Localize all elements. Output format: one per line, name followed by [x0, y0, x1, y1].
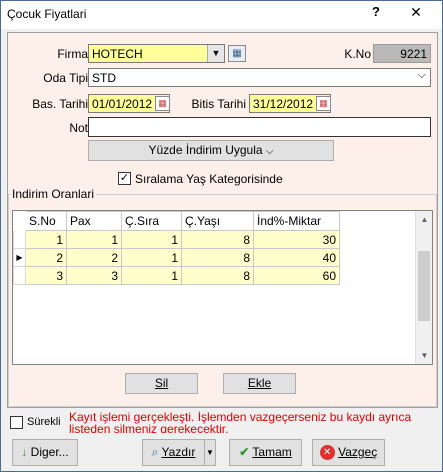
close-button[interactable]: ✕ — [405, 4, 427, 24]
row-indicator — [13, 266, 26, 285]
indirim-oranlari-title: Indirim Oranlari — [10, 187, 97, 201]
table-cell[interactable]: 8 — [181, 248, 254, 267]
table-cell[interactable]: 30 — [253, 230, 340, 249]
diger-button[interactable]: ↓ Diger... — [12, 439, 78, 466]
firma-dropdown-icon[interactable]: ▼ — [207, 45, 224, 62]
table-cell[interactable]: 3 — [66, 266, 122, 285]
status-message: Kayıt işlemi gerçekleşti. İşlemden vazge… — [69, 411, 412, 433]
bitis-calendar-icon[interactable]: ▦ — [316, 96, 331, 111]
yazdir-dropdown-button[interactable]: ▼ — [204, 439, 216, 466]
table-cell[interactable]: 8 — [181, 230, 254, 249]
yazdir-label: Yazdır — [161, 445, 196, 459]
indirim-table: S.No Pax Ç.Sıra Ç.Yaşı İnd%-Miktar 1 1 1… — [13, 211, 340, 285]
vazgec-button[interactable]: ✕ Vazgeç — [312, 439, 385, 466]
column-header-ind-miktar[interactable]: İnd%-Miktar — [253, 211, 340, 231]
table-cell[interactable]: 8 — [181, 266, 254, 285]
table-cell[interactable]: 1 — [66, 230, 122, 249]
table-cell[interactable]: 1 — [121, 230, 182, 249]
sil-label: Sil — [154, 376, 169, 390]
oda-tipi-label: Oda Tipi — [43, 71, 88, 85]
surekli-checkbox[interactable] — [10, 416, 23, 429]
firma-search-icon[interactable]: ▦ — [228, 45, 246, 62]
oda-tipi-chevron-icon: ⌵ — [417, 69, 426, 81]
table-row[interactable]: 3 3 1 8 60 — [13, 266, 340, 285]
diger-label: Diger... — [30, 445, 69, 459]
yuzde-indirim-button[interactable]: Yüzde İndirim Uygula ⌵ — [88, 140, 334, 161]
status-strip: Sürekli Kayıt işlemi gerçekleşti. İşlemd… — [7, 411, 438, 433]
table-row[interactable]: 1 1 1 8 30 — [13, 230, 340, 249]
table-cell[interactable]: 3 — [25, 266, 67, 285]
window-title: Çocuk Fiyatlari — [7, 7, 87, 21]
row-indicator — [13, 230, 26, 249]
check-green-icon: ✔ — [239, 445, 250, 459]
yazdir-button[interactable]: ⌕ Yazdır — [142, 439, 205, 466]
bas-tarihi-label: Bas. Tarihi — [32, 97, 88, 111]
scroll-up-icon[interactable]: ▲ — [416, 211, 432, 228]
column-header-cyasi[interactable]: Ç.Yaşı — [181, 211, 254, 231]
siralama-label: Sıralama Yaş Kategorisinde — [135, 172, 283, 186]
oda-tipi-value: STD — [92, 71, 116, 85]
firma-label: Firma — [57, 47, 88, 61]
bitis-tarihi-value: 31/12/2012 — [253, 97, 314, 111]
firma-value: HOTECH — [92, 47, 143, 61]
yuzde-indirim-label: Yüzde İndirim Uygula — [148, 143, 263, 157]
table-cell[interactable]: 40 — [253, 248, 340, 267]
bas-tarihi-value: 01/01/2012 — [92, 97, 153, 111]
scroll-down-icon[interactable]: ▼ — [416, 347, 432, 364]
table-cell[interactable]: 1 — [25, 230, 67, 249]
table-cell[interactable]: 60 — [253, 266, 340, 285]
kno-label: K.No — [344, 47, 371, 61]
indicator-header — [13, 211, 26, 231]
column-header-pax[interactable]: Pax — [66, 211, 122, 231]
column-header-sno[interactable]: S.No — [25, 211, 67, 231]
siralama-checkbox[interactable]: ✓ — [118, 172, 131, 185]
help-button[interactable]: ? — [365, 4, 387, 24]
main-panel: Firma HOTECH ▼ ▦ K.No 9221 Oda Tipi STD … — [7, 32, 438, 408]
cancel-red-icon: ✕ — [319, 445, 335, 461]
not-input[interactable] — [88, 117, 431, 137]
indirim-grid[interactable]: S.No Pax Ç.Sıra Ç.Yaşı İnd%-Miktar 1 1 1… — [12, 210, 433, 365]
vazgec-label: Vazgeç — [338, 445, 378, 459]
not-label: Not — [69, 121, 88, 135]
child-prices-dialog: Çocuk Fiyatlari ? ✕ Firma HOTECH ▼ ▦ K.N… — [0, 0, 443, 472]
print-preview-icon: ⌕ — [151, 445, 159, 459]
dropdown-arrow-icon: ▼ — [206, 448, 214, 457]
table-header-row: S.No Pax Ç.Sıra Ç.Yaşı İnd%-Miktar — [13, 211, 340, 231]
firma-field[interactable]: HOTECH ▼ — [88, 44, 225, 63]
table-cell[interactable]: 1 — [121, 266, 182, 285]
column-header-csira[interactable]: Ç.Sıra — [121, 211, 182, 231]
sil-button[interactable]: Sil — [125, 373, 198, 394]
tamam-label: Tamam — [252, 445, 292, 459]
grid-vertical-scrollbar[interactable]: ▲ ▼ — [415, 211, 432, 364]
ekle-label: Ekle — [247, 376, 272, 390]
arrow-down-green-icon: ↓ — [21, 445, 28, 459]
table-cell[interactable]: 2 — [25, 248, 67, 267]
scroll-thumb[interactable] — [418, 251, 430, 321]
current-row-arrow-icon: ▶ — [13, 248, 26, 267]
title-bar: Çocuk Fiyatlari ? ✕ — [1, 1, 442, 29]
kno-field: 9221 — [373, 44, 431, 63]
tamam-button[interactable]: ✔ Tamam — [229, 439, 302, 466]
bas-calendar-icon[interactable]: ▦ — [155, 96, 170, 111]
table-row[interactable]: ▶ 2 2 1 8 40 — [13, 248, 340, 267]
yuzde-indirim-chevron-icon: ⌵ — [265, 146, 274, 157]
table-cell[interactable]: 2 — [66, 248, 122, 267]
table-cell[interactable]: 1 — [121, 248, 182, 267]
ekle-button[interactable]: Ekle — [223, 373, 296, 394]
surekli-label: Sürekli — [27, 416, 61, 428]
oda-tipi-select[interactable]: STD ⌵ — [88, 68, 431, 87]
bitis-tarihi-label: Bitis Tarihi — [191, 97, 246, 111]
